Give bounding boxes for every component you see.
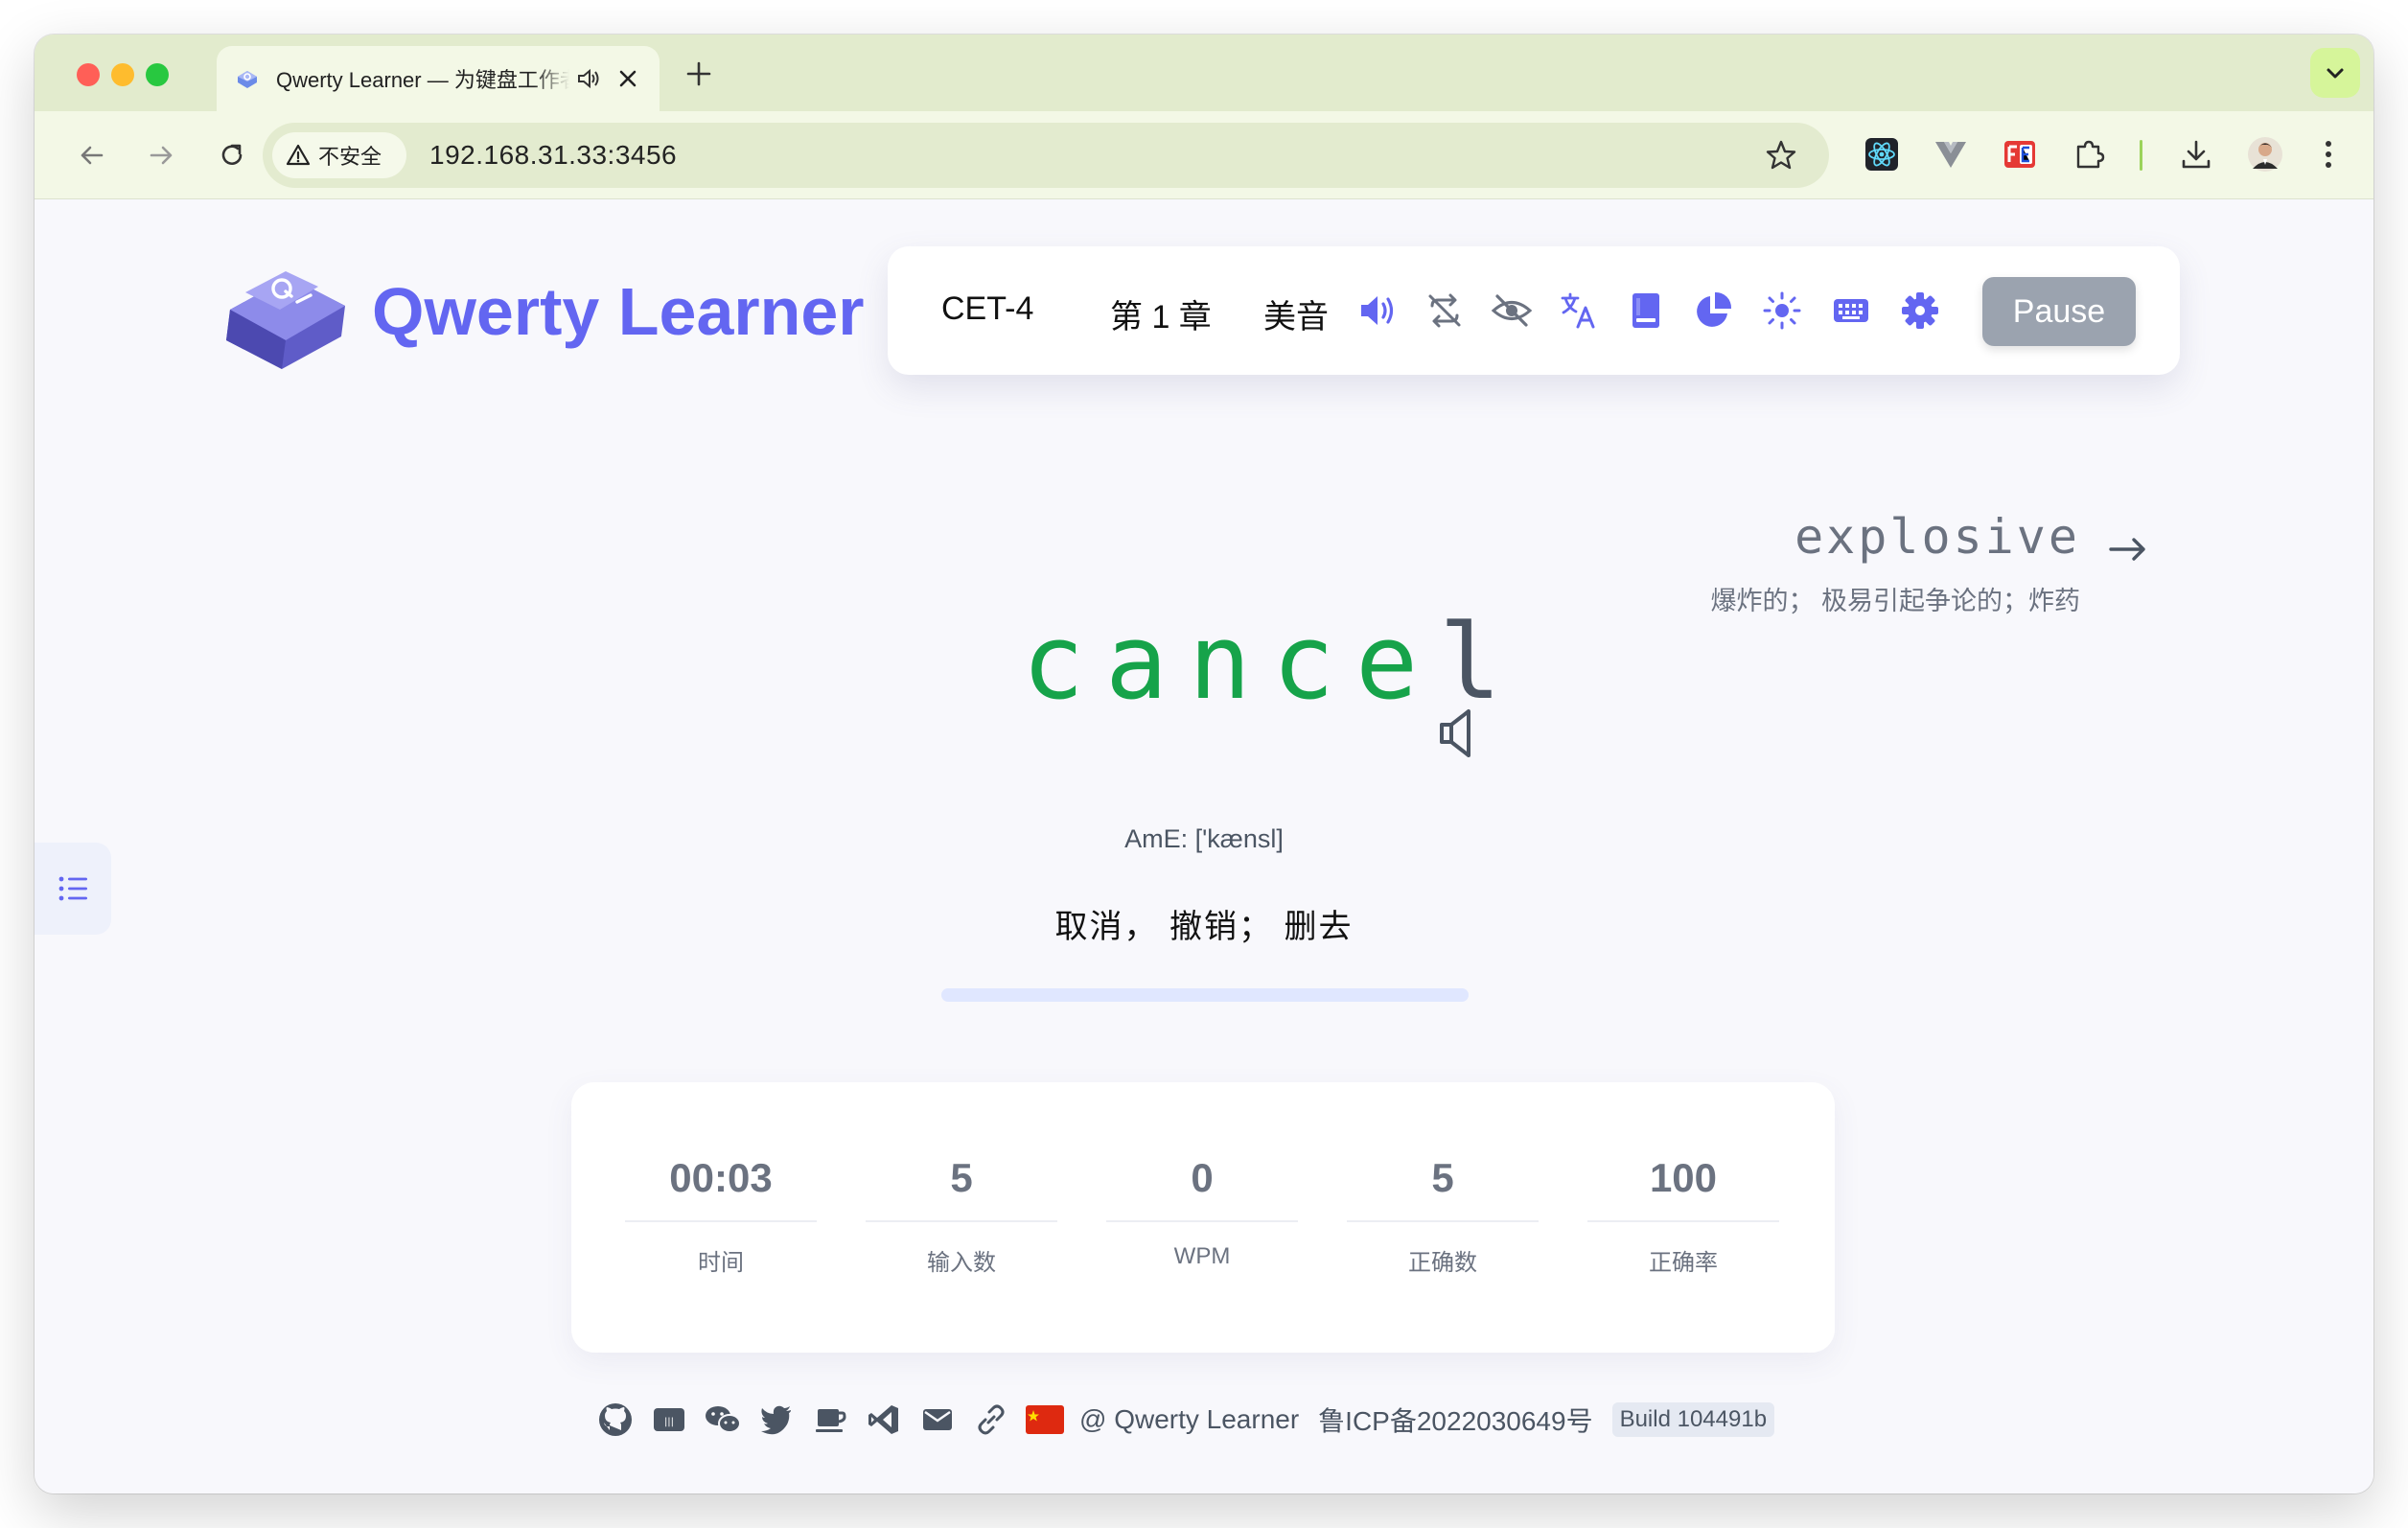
browser-toolbar: 不安全 192.168.31.33:3456: [35, 111, 2373, 199]
stat-label: 时间: [698, 1250, 744, 1276]
stat-input-count: 5 输入数: [866, 1155, 1057, 1277]
new-tab-icon[interactable]: [683, 58, 715, 90]
bookmark-star-icon[interactable]: [1764, 138, 1798, 173]
vscode-icon[interactable]: [865, 1401, 903, 1439]
close-window-button[interactable]: [77, 63, 100, 86]
security-label: 不安全: [318, 145, 382, 169]
dictionary-book-icon[interactable]: [1624, 289, 1668, 333]
app-page: Qwerty Learner CET-4 第 1 章 美音 Pause expl…: [35, 200, 2373, 1493]
stat-divider: [1347, 1220, 1539, 1222]
chapter-selector[interactable]: 第 1 章: [1110, 290, 1212, 337]
phonetic: AmE: ['kænsl]: [1124, 824, 1284, 853]
loop-off-icon[interactable]: [1423, 289, 1467, 333]
close-tab-icon[interactable]: [615, 66, 640, 91]
pronounce-speaker-icon[interactable]: [1436, 706, 1484, 761]
keycap-logo-icon[interactable]: [222, 260, 351, 373]
keyboard-sound-icon[interactable]: [1829, 289, 1873, 333]
stat-label: 输入数: [927, 1250, 996, 1276]
footer: ||| @ Qwerty Learner 鲁ICP备2022030649号 Bu…: [596, 1399, 1775, 1441]
profile-avatar[interactable]: [2243, 132, 2287, 176]
analysis-chart-icon[interactable]: [1691, 289, 1735, 333]
fe-extension-icon[interactable]: [1998, 132, 2042, 176]
chevron-down-icon: [2327, 68, 2344, 79]
china-flag-icon[interactable]: [1026, 1401, 1064, 1439]
brand-title[interactable]: Qwerty Learner: [372, 273, 865, 350]
settings-gear-icon[interactable]: [1898, 289, 1942, 333]
security-chip[interactable]: 不安全: [272, 132, 406, 178]
minimize-window-button[interactable]: [111, 63, 134, 86]
arrow-right-icon[interactable]: [2105, 526, 2151, 572]
react-devtools-icon[interactable]: [1860, 132, 1904, 176]
pause-button[interactable]: Pause: [1982, 277, 2136, 346]
chapter-progress-bar: [941, 988, 1469, 1002]
stat-label: 正确率: [1649, 1250, 1718, 1276]
stat-time: 00:03 时间: [625, 1155, 817, 1277]
warning-icon: [286, 144, 311, 166]
copyright-text[interactable]: @ Qwerty Learner: [1079, 1404, 1299, 1435]
typed-letters: cance: [1022, 603, 1440, 723]
tab-strip: Qwerty Learner — 为键盘工作者设计的单词与肌肉记忆锻炼软件: [35, 35, 2373, 111]
extensions-puzzle-icon[interactable]: [2067, 132, 2111, 176]
stat-value: 100: [1649, 1155, 1718, 1200]
download-icon[interactable]: [2174, 132, 2218, 176]
stat-divider: [1106, 1220, 1298, 1222]
browser-menu-icon[interactable]: [2306, 132, 2350, 176]
stat-label: WPM: [1173, 1243, 1231, 1269]
link-icon[interactable]: [972, 1401, 1010, 1439]
stat-value: 5: [1431, 1155, 1454, 1200]
svg-text:|||: |||: [664, 1417, 674, 1427]
word-translation: 取消， 撤销； 删去: [1054, 909, 1354, 945]
email-icon[interactable]: [918, 1401, 957, 1439]
tab-title: Qwerty Learner — 为键盘工作者设计的单词与肌肉记忆锻炼软件: [276, 68, 569, 92]
next-word[interactable]: explosive: [1794, 509, 2080, 565]
wechat-icon[interactable]: [704, 1401, 742, 1439]
github-icon[interactable]: [596, 1401, 635, 1439]
forward-icon[interactable]: [142, 136, 180, 174]
top-menu-bar: CET-4 第 1 章 美音 Pause: [888, 246, 2180, 375]
url-text[interactable]: 192.168.31.33:3456: [429, 140, 677, 171]
qwerty-favicon-icon: [238, 71, 257, 88]
theme-sun-icon[interactable]: [1760, 289, 1804, 333]
vue-devtools-icon[interactable]: [1929, 132, 1973, 176]
toolbar-divider: [2140, 140, 2142, 171]
stat-divider: [866, 1220, 1057, 1222]
stat-value: 5: [950, 1155, 973, 1200]
dictionary-selector[interactable]: CET-4: [941, 290, 1033, 328]
mianbaoduo-icon[interactable]: |||: [650, 1401, 688, 1439]
word-visibility-off-icon[interactable]: [1490, 289, 1534, 333]
reload-icon[interactable]: [213, 136, 251, 174]
sound-on-icon[interactable]: [1355, 289, 1400, 333]
address-bar[interactable]: 不安全 192.168.31.33:3456: [263, 123, 1829, 188]
back-icon[interactable]: [73, 136, 111, 174]
stat-label: 正确数: [1408, 1250, 1477, 1276]
translation-toggle-icon[interactable]: [1557, 289, 1601, 333]
tab-audio-icon[interactable]: [575, 65, 602, 92]
stats-panel: 00:03 时间 5 输入数 0 WPM 5 正确数 100 正确率: [571, 1082, 1835, 1353]
icp-record[interactable]: 鲁ICP备2022030649号: [1318, 1401, 1592, 1439]
stat-value: 0: [1191, 1155, 1214, 1200]
tab-search-button[interactable]: [2310, 48, 2360, 98]
build-badge: Build 104491b: [1611, 1402, 1775, 1437]
browser-window: Qwerty Learner — 为键盘工作者设计的单词与肌肉记忆锻炼软件: [35, 35, 2373, 1493]
stat-divider: [1587, 1220, 1779, 1222]
twitter-icon[interactable]: [757, 1401, 796, 1439]
stat-divider: [625, 1220, 817, 1222]
stat-accuracy: 100 正确率: [1587, 1155, 1779, 1277]
next-word-translation: 爆炸的； 极易引起争论的；炸药: [1710, 587, 2080, 615]
accent-selector[interactable]: 美音: [1263, 290, 1329, 337]
browser-tab[interactable]: Qwerty Learner — 为键盘工作者设计的单词与肌肉记忆锻炼软件: [217, 46, 660, 111]
zoom-window-button[interactable]: [146, 63, 169, 86]
coffee-icon[interactable]: [811, 1401, 849, 1439]
stat-correct-count: 5 正确数: [1347, 1155, 1539, 1277]
stat-value: 00:03: [669, 1155, 773, 1200]
stat-wpm: 0 WPM: [1106, 1155, 1298, 1270]
